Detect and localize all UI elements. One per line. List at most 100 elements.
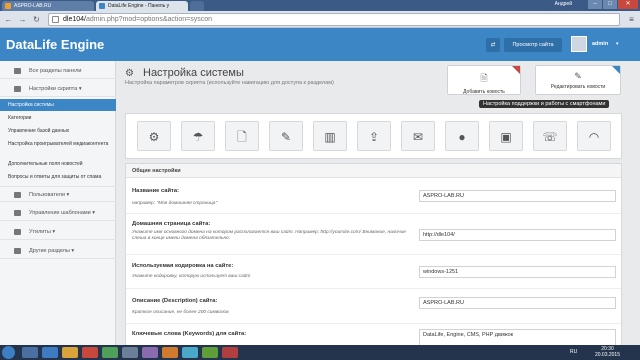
document-add-icon: 🗎 xyxy=(480,73,488,83)
settings-nav: ⚙ ☂ 🗋 ✎ ▥ ⇪ ✉ ● ▣ ☏ ◠ xyxy=(125,113,622,159)
avatar[interactable] xyxy=(571,36,587,52)
minimize-icon[interactable]: – xyxy=(588,0,602,9)
brand-title[interactable]: DataLife Engine xyxy=(6,37,104,52)
app-icon[interactable] xyxy=(182,347,198,358)
app-icon[interactable] xyxy=(222,347,238,358)
rss-icon[interactable]: ◠ xyxy=(577,121,611,151)
edit-icon: ✎ xyxy=(574,71,582,81)
sidebar: Все разделы панели Настройки скрипта ▾ Н… xyxy=(0,61,116,345)
app-icon[interactable] xyxy=(122,347,138,358)
browser-tab-active[interactable]: DataLife Engine - Панель у xyxy=(96,1,188,11)
sidebar-sub-system-settings[interactable]: Настройка системы xyxy=(0,99,116,111)
upload-icon[interactable]: ⇪ xyxy=(357,121,391,151)
new-tab-button[interactable] xyxy=(190,1,204,11)
description-input[interactable]: ASPRO-LAB.RU xyxy=(419,297,616,309)
sitemap-icon xyxy=(14,248,21,254)
language-indicator[interactable]: RU xyxy=(570,349,577,355)
reload-icon[interactable]: ↻ xyxy=(31,14,42,25)
opera-icon[interactable] xyxy=(82,347,98,358)
page-title: Настройка системы xyxy=(143,67,244,79)
settings-row: Используемая кодировка на сайте: Укажите… xyxy=(126,256,621,289)
sidebar-item-script-settings[interactable]: Настройки скрипта ▾ xyxy=(0,81,116,97)
app-icon[interactable] xyxy=(142,347,158,358)
sidebar-sub-spam-questions[interactable]: Вопросы и ответы для защиты от спама xyxy=(0,174,116,180)
admin-header: DataLife Engine ⇄ Просмотр сайта admin ▾ xyxy=(0,28,640,61)
sidebar-sub-categories[interactable]: Категории xyxy=(0,115,116,121)
settings-row: Описание (Description) сайта: Краткое оп… xyxy=(126,290,621,324)
panel-header: Общие настройки xyxy=(126,164,621,178)
row-description: Укажите имя основного домена на котором … xyxy=(132,230,406,241)
browser-user[interactable]: Андрей xyxy=(555,1,572,7)
settings-row: Ключевые слова (Keywords) для сайта: Dat… xyxy=(126,325,621,345)
back-icon[interactable]: ← xyxy=(3,14,14,25)
close-icon[interactable]: ✕ xyxy=(618,0,638,9)
charset-input[interactable]: windows-1251 xyxy=(419,266,616,278)
sidebar-item-utilities[interactable]: Утилиты ▾ xyxy=(0,224,116,240)
system-clock[interactable]: 20:30 20.03.2015 xyxy=(595,346,620,358)
address-bar[interactable]: dle104/admin.php?mod=options&action=sysc… xyxy=(48,13,620,26)
sidebar-item-other[interactable]: Другие разделы ▾ xyxy=(0,243,116,259)
edit-news-button[interactable]: ✎ Редактировать новости xyxy=(535,65,621,95)
app-icon[interactable] xyxy=(162,347,178,358)
chrome-icon[interactable] xyxy=(102,347,118,358)
pencil-icon[interactable]: ✎ xyxy=(269,121,303,151)
caret-down-icon: ▾ xyxy=(78,86,82,92)
page-subtitle: Настройка параметров скрипта (используйт… xyxy=(125,80,334,86)
sidebar-item-templates[interactable]: Управление шаблонами ▾ xyxy=(0,205,116,221)
caret-down-icon[interactable]: ▾ xyxy=(616,41,619,47)
page-icon xyxy=(52,16,59,23)
row-label: Используемая кодировка на сайте: xyxy=(132,263,234,269)
users-icon xyxy=(14,192,21,198)
settings-row: Название сайта: например: "Моя домашняя … xyxy=(126,179,621,214)
folder-icon[interactable] xyxy=(62,347,78,358)
sidebar-item-users[interactable]: Пользователи ▾ xyxy=(0,186,116,202)
umbrella-icon[interactable]: ☂ xyxy=(181,121,215,151)
image-icon[interactable]: ▣ xyxy=(489,121,523,151)
browser-toolbar: ← → ↻ dle104/admin.php?mod=options&actio… xyxy=(0,11,640,28)
maximize-icon[interactable]: □ xyxy=(603,0,617,9)
view-site-button[interactable]: Просмотр сайта xyxy=(504,38,562,52)
row-description: например: "Моя домашняя страница" xyxy=(132,201,218,206)
main-content: ⚙ Настройка системы Настройка параметров… xyxy=(117,61,640,345)
start-button[interactable] xyxy=(2,346,15,359)
sidebar-sub-database[interactable]: Управление базой данных xyxy=(0,128,116,134)
row-description: Краткое описание, не более 200 символов xyxy=(132,310,229,315)
toggle-menu-icon[interactable]: ⇄ xyxy=(486,38,500,52)
caret-down-icon: ▾ xyxy=(92,210,96,216)
caret-down-icon: ▾ xyxy=(52,229,56,235)
corner-badge xyxy=(512,66,520,74)
document-icon[interactable]: 🗋 xyxy=(225,121,259,151)
browser-menu-icon[interactable]: ≡ xyxy=(626,14,637,25)
site-name-input[interactable]: ASPRO-LAB.RU xyxy=(419,190,616,202)
user-menu[interactable]: admin xyxy=(592,41,608,47)
gear-icon xyxy=(14,86,21,92)
explorer-icon[interactable] xyxy=(22,347,38,358)
caret-down-icon: ▾ xyxy=(66,192,70,198)
browser-tab[interactable]: ASPRO-LAB.RU xyxy=(2,1,94,11)
sidebar-sub-extra-fields[interactable]: Дополнительные поля новостей xyxy=(0,161,116,167)
row-description: Укажите кодировку, которую использует ва… xyxy=(132,274,251,279)
os-taskbar: RU 20:30 20.03.2015 xyxy=(0,345,640,360)
tooltip: Настройка поддержки и работы с смартфона… xyxy=(479,100,610,108)
user-icon[interactable]: ● xyxy=(445,121,479,151)
ie-icon[interactable] xyxy=(42,347,58,358)
sidebar-item-all-sections[interactable]: Все разделы панели xyxy=(0,63,116,79)
mail-icon[interactable]: ✉ xyxy=(401,121,435,151)
forward-icon[interactable]: → xyxy=(17,14,28,25)
add-news-button[interactable]: 🗎 Добавить новость xyxy=(447,65,521,95)
gear-icon[interactable]: ⚙ xyxy=(137,121,171,151)
app-icon[interactable] xyxy=(202,347,218,358)
keywords-input[interactable]: DataLife, Engine, CMS, PHP движок xyxy=(419,329,616,345)
browser-tab-strip: ASPRO-LAB.RU DataLife Engine - Панель у … xyxy=(0,0,640,11)
template-icon xyxy=(14,210,21,216)
sidebar-sub-media-players[interactable]: Настройка проигрывателей медиаконтента xyxy=(0,141,110,148)
home-url-input[interactable]: http://dle104/ xyxy=(419,229,616,241)
favicon-icon xyxy=(5,3,11,9)
settings-panel: Общие настройки Название сайта: например… xyxy=(125,163,622,345)
row-label: Ключевые слова (Keywords) для сайта: xyxy=(132,331,247,337)
window-controls: – □ ✕ xyxy=(588,0,638,11)
phone-icon[interactable]: ☏ xyxy=(533,121,567,151)
chart-icon[interactable]: ▥ xyxy=(313,121,347,151)
favicon-icon xyxy=(99,3,105,9)
settings-row: Домашняя страница сайта: Укажите имя осн… xyxy=(126,215,621,255)
